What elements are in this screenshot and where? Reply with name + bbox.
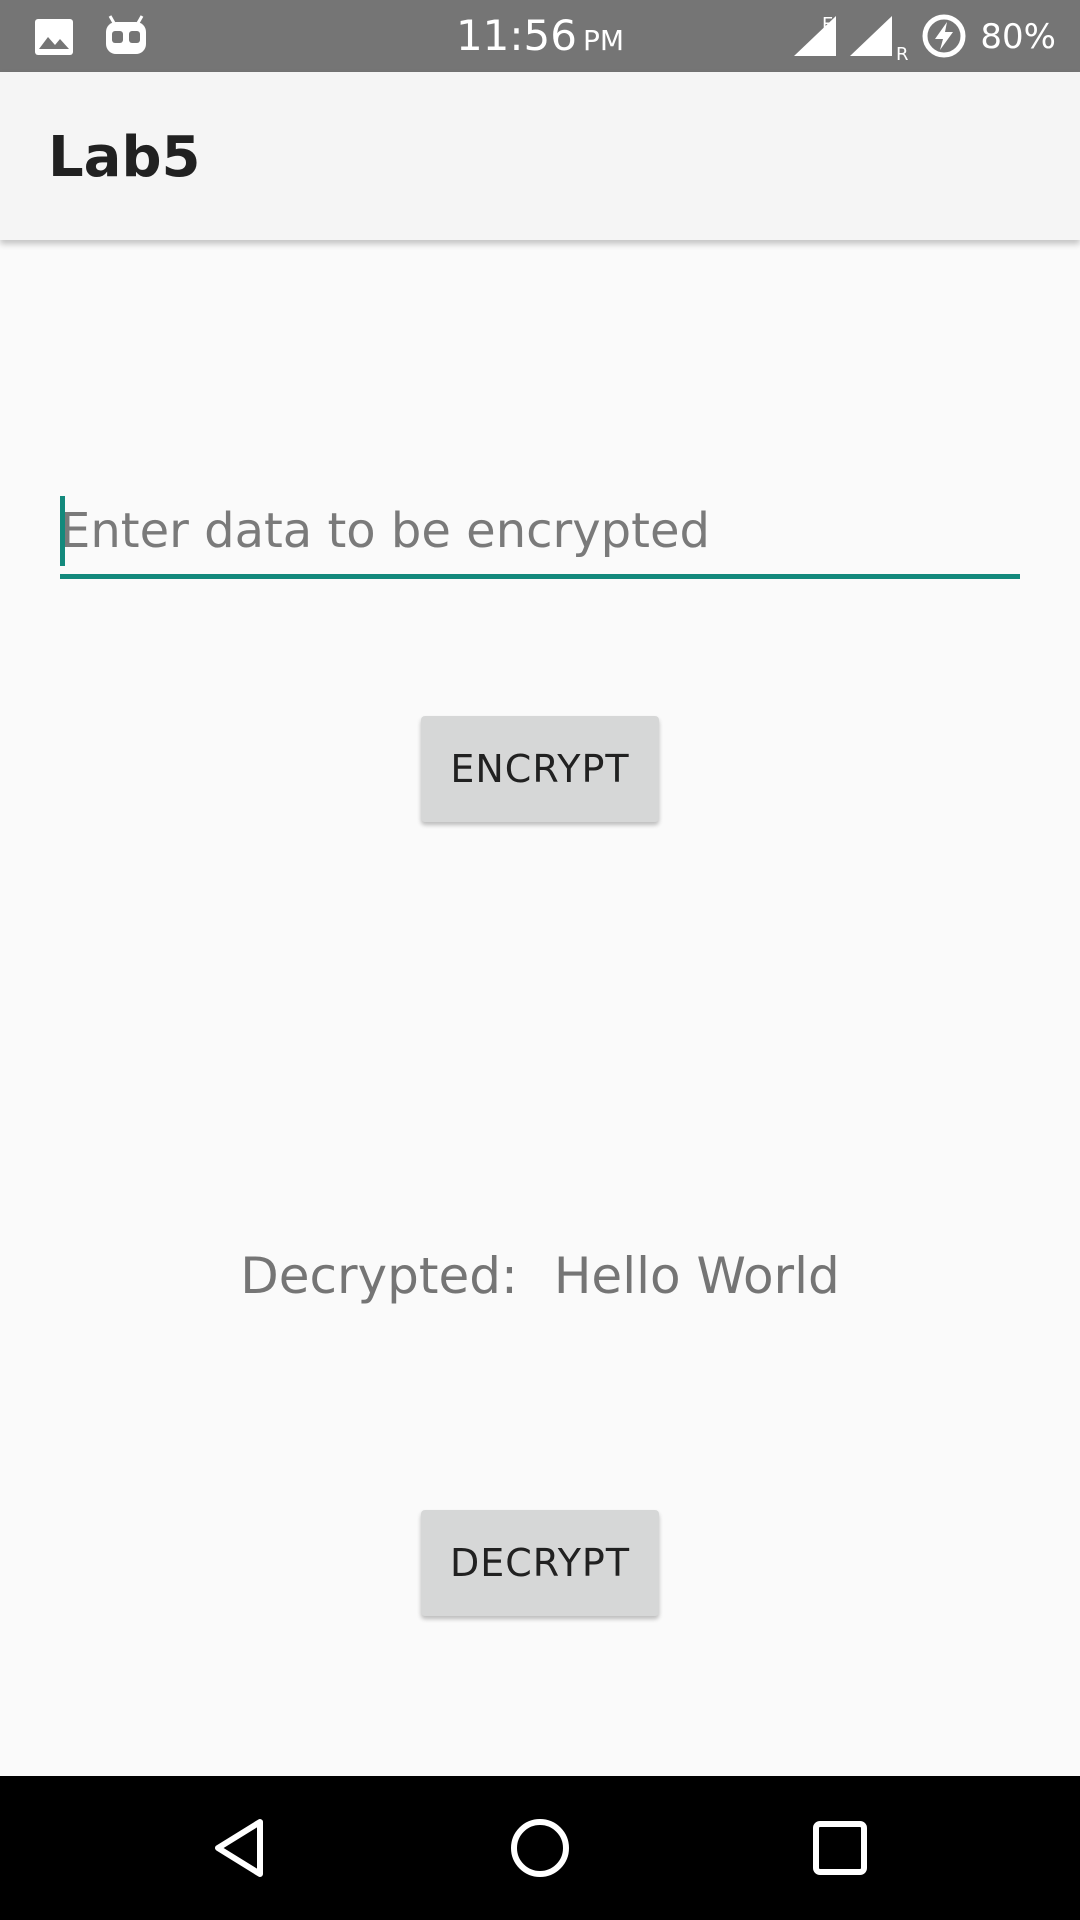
back-icon[interactable] bbox=[190, 1798, 290, 1898]
decrypted-value: Hello World bbox=[553, 1247, 840, 1305]
battery-percentage: 80% bbox=[980, 17, 1056, 57]
encrypt-button[interactable]: ENCRYPT bbox=[421, 716, 659, 822]
roaming-label: R bbox=[896, 44, 909, 62]
home-icon[interactable] bbox=[490, 1798, 590, 1898]
screen: 11:56PM E R 80% Lab5 ENCRYPT Decrypted: H… bbox=[0, 0, 1080, 1920]
app-title: Lab5 bbox=[48, 125, 201, 190]
clock-ampm: PM bbox=[583, 24, 625, 57]
text-cursor bbox=[60, 496, 65, 566]
signal-roaming-icon: R bbox=[850, 16, 909, 62]
network-type-label: E bbox=[822, 14, 833, 35]
status-bar: 11:56 PM E R 80% bbox=[0, 0, 1080, 72]
signal-icon: E bbox=[794, 14, 836, 56]
decrypted-label: Decrypted: bbox=[240, 1247, 518, 1305]
app-bar: Lab5 bbox=[0, 72, 1080, 240]
battery-charging-icon bbox=[922, 14, 966, 58]
clock: 11:56 PM bbox=[0, 10, 1080, 67]
decrypted-output: Decrypted: Hello World bbox=[0, 1244, 1080, 1308]
clock-time: 11:56 bbox=[455, 11, 577, 60]
encrypt-input-container bbox=[60, 490, 1020, 580]
decrypt-button[interactable]: DECRYPT bbox=[421, 1510, 659, 1616]
input-underline bbox=[60, 574, 1020, 579]
navigation-bar bbox=[0, 1776, 1080, 1920]
encrypt-input[interactable] bbox=[60, 490, 1020, 572]
recents-icon[interactable] bbox=[790, 1798, 890, 1898]
